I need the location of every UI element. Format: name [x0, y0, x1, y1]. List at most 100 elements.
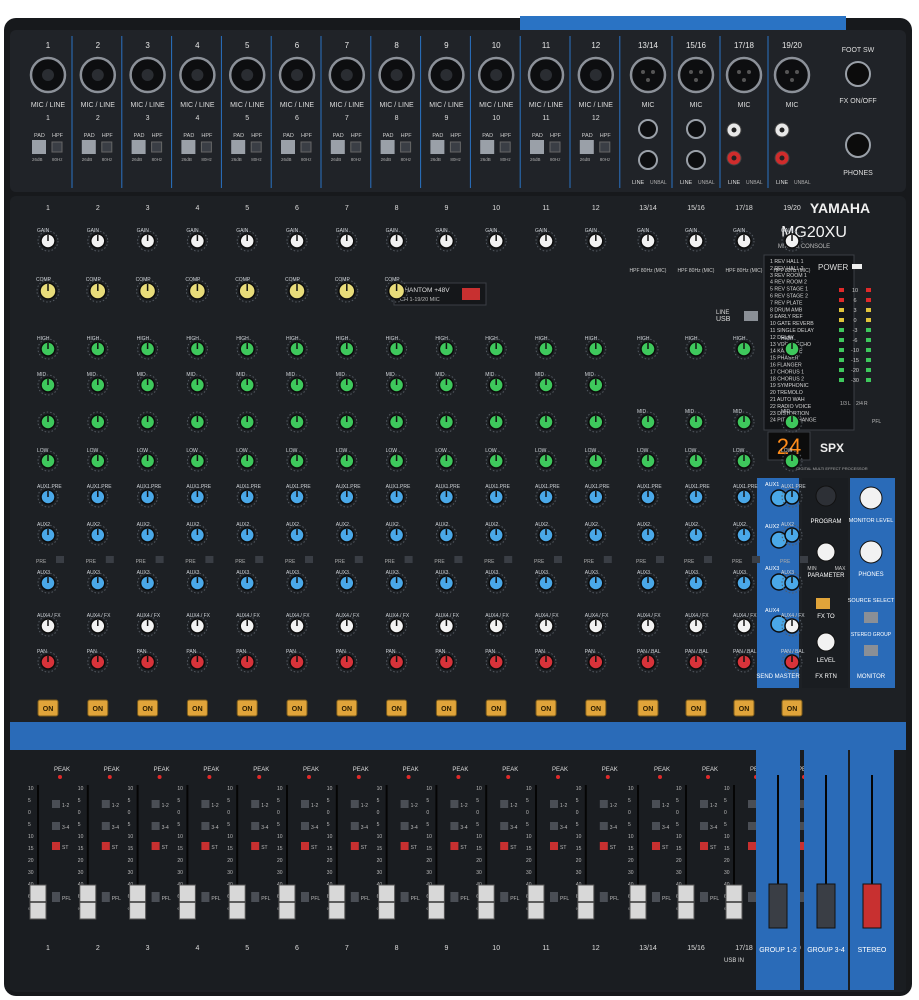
hpf-switch[interactable]	[200, 141, 212, 153]
pfl-switch[interactable]	[301, 892, 309, 902]
bus-1-2-switch[interactable]	[500, 800, 509, 808]
pfl-switch[interactable]	[251, 892, 260, 902]
master-fader-knob[interactable]	[816, 883, 836, 929]
monitor-level-knob[interactable]	[859, 486, 883, 510]
bus-st-switch[interactable]	[101, 842, 110, 850]
pad-switch[interactable]	[530, 140, 544, 154]
hpf-switch[interactable]	[250, 141, 262, 153]
bus-3-4-switch[interactable]	[301, 822, 309, 830]
bus-1-2-switch[interactable]	[700, 800, 708, 808]
phantom-switch[interactable]	[462, 288, 480, 300]
pre-switch[interactable]	[454, 556, 463, 563]
pad-switch[interactable]	[181, 140, 196, 154]
pre-switch[interactable]	[105, 556, 114, 563]
pre-switch[interactable]	[752, 556, 760, 563]
bus-1-2-switch[interactable]	[101, 800, 110, 808]
foot-sw-jack[interactable]	[845, 61, 871, 87]
pfl-switch[interactable]	[500, 892, 509, 902]
bus-1-2-switch[interactable]	[52, 800, 60, 808]
bus-st-switch[interactable]	[599, 842, 608, 850]
pre-switch[interactable]	[205, 556, 214, 563]
bus-st-switch[interactable]	[301, 842, 309, 850]
pad-switch[interactable]	[480, 140, 495, 154]
pad-switch[interactable]	[281, 140, 295, 154]
bus-st-switch[interactable]	[450, 842, 459, 850]
xlr-jack[interactable]	[677, 56, 715, 94]
bus-1-2-switch[interactable]	[201, 800, 210, 808]
pfl-switch[interactable]	[450, 892, 459, 902]
pre-switch[interactable]	[704, 556, 712, 563]
bus-3-4-switch[interactable]	[201, 822, 210, 830]
bus-st-switch[interactable]	[550, 842, 558, 850]
hpf-switch[interactable]	[350, 141, 362, 153]
bus-3-4-switch[interactable]	[400, 822, 409, 830]
bus-1-2-switch[interactable]	[599, 800, 608, 808]
usb-line-switch[interactable]	[744, 311, 758, 321]
pre-switch[interactable]	[800, 556, 808, 563]
pfl-switch[interactable]	[700, 892, 708, 902]
pre-switch[interactable]	[56, 556, 64, 563]
bus-st-switch[interactable]	[400, 842, 409, 850]
line-jack-r[interactable]	[638, 150, 658, 170]
bus-1-2-switch[interactable]	[151, 800, 160, 808]
pre-switch[interactable]	[554, 556, 562, 563]
bus-3-4-switch[interactable]	[700, 822, 708, 830]
source-select-group-switch[interactable]	[864, 645, 878, 656]
pad-switch[interactable]	[32, 140, 46, 154]
master-fader-knob[interactable]	[768, 883, 788, 929]
bus-1-2-switch[interactable]	[251, 800, 260, 808]
pad-switch[interactable]	[131, 140, 146, 154]
pfl-switch[interactable]	[151, 892, 160, 902]
bus-1-2-switch[interactable]	[652, 800, 660, 808]
pfl-switch[interactable]	[52, 892, 60, 902]
pre-switch[interactable]	[354, 556, 363, 563]
hpf-switch[interactable]	[51, 141, 63, 153]
pad-switch[interactable]	[579, 140, 594, 154]
bus-st-switch[interactable]	[350, 842, 359, 850]
pfl-switch[interactable]	[652, 892, 660, 902]
pad-switch[interactable]	[81, 140, 96, 154]
bus-3-4-switch[interactable]	[350, 822, 359, 830]
bus-3-4-switch[interactable]	[550, 822, 558, 830]
pfl-switch[interactable]	[400, 892, 409, 902]
pre-switch[interactable]	[404, 556, 413, 563]
bus-3-4-switch[interactable]	[652, 822, 660, 830]
bus-st-switch[interactable]	[52, 842, 60, 850]
hpf-switch[interactable]	[449, 141, 461, 153]
hpf-switch[interactable]	[151, 141, 163, 153]
bus-st-switch[interactable]	[652, 842, 660, 850]
xlr-jack[interactable]	[629, 56, 667, 94]
pfl-switch[interactable]	[599, 892, 608, 902]
bus-1-2-switch[interactable]	[748, 800, 756, 808]
line-jack-l[interactable]	[686, 119, 706, 139]
pre-switch[interactable]	[305, 556, 313, 563]
bus-st-switch[interactable]	[748, 842, 756, 850]
bus-1-2-switch[interactable]	[400, 800, 409, 808]
pre-switch[interactable]	[656, 556, 664, 563]
phones-jack[interactable]	[845, 132, 871, 158]
hpf-switch[interactable]	[300, 141, 312, 153]
bus-3-4-switch[interactable]	[450, 822, 459, 830]
fx-to-switch[interactable]	[816, 598, 830, 609]
bus-1-2-switch[interactable]	[450, 800, 459, 808]
line-jack-r[interactable]	[686, 150, 706, 170]
master-fader-knob[interactable]	[862, 883, 882, 929]
pre-switch[interactable]	[255, 556, 264, 563]
xlr-jack[interactable]	[725, 56, 763, 94]
hpf-switch[interactable]	[499, 141, 511, 153]
bus-1-2-switch[interactable]	[350, 800, 359, 808]
bus-3-4-switch[interactable]	[101, 822, 110, 830]
parameter-knob[interactable]	[816, 542, 836, 562]
fx-rtn-level-knob[interactable]	[816, 632, 836, 652]
xlr-jack[interactable]	[773, 56, 811, 94]
pad-switch[interactable]	[330, 140, 345, 154]
pfl-switch[interactable]	[101, 892, 110, 902]
bus-3-4-switch[interactable]	[251, 822, 260, 830]
bus-3-4-switch[interactable]	[52, 822, 60, 830]
bus-st-switch[interactable]	[201, 842, 210, 850]
hpf-switch[interactable]	[101, 141, 113, 153]
pad-switch[interactable]	[380, 140, 395, 154]
hpf-switch[interactable]	[599, 141, 611, 153]
bus-3-4-switch[interactable]	[151, 822, 160, 830]
bus-st-switch[interactable]	[700, 842, 708, 850]
